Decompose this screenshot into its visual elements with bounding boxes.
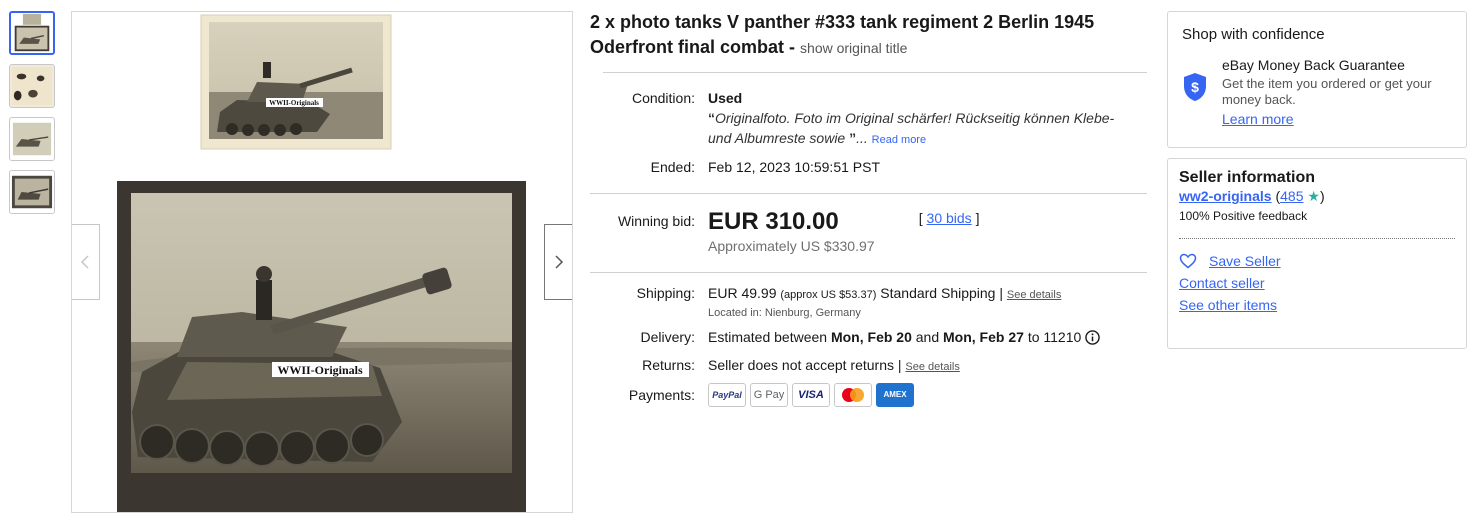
- returns-row: Returns: Seller does not accept returns …: [590, 355, 1150, 377]
- seller-info-panel: Seller information ww2-originals (485 ★)…: [1167, 158, 1467, 349]
- delivery-label: Delivery:: [640, 329, 695, 345]
- main-listing-photo: WWII-Originals WWII-Originals: [117, 14, 526, 512]
- seller-name-link[interactable]: ww2-originals: [1179, 188, 1272, 204]
- thumbnail-2-image: [10, 65, 54, 107]
- mastercard-icon: [834, 383, 872, 407]
- payments-label: Payments:: [628, 387, 695, 403]
- guarantee-title: eBay Money Back Guarantee: [1222, 57, 1405, 73]
- seller-score-link[interactable]: 485: [1280, 188, 1303, 204]
- chevron-right-icon: [555, 255, 564, 269]
- seller-score-close: ): [1319, 188, 1325, 204]
- delivery-value: Estimated between Mon, Feb 20 and Mon, F…: [708, 327, 1100, 347]
- shield-icon: $: [1182, 56, 1222, 129]
- returns-value: Seller does not accept returns |: [708, 357, 902, 373]
- paypal-icon: PayPal: [708, 383, 746, 407]
- shipping-price: EUR 49.99: [708, 285, 777, 301]
- thumbnail-4-image: [10, 171, 54, 213]
- thumbnail-1[interactable]: [9, 11, 55, 55]
- thumbnail-strip: [9, 11, 57, 223]
- show-original-title-link[interactable]: show original title: [800, 40, 907, 56]
- watermark-top: WWII-Originals: [269, 99, 319, 107]
- visa-icon: VISA: [792, 383, 830, 407]
- payments-row: Payments: PayPal G Pay VISA AMEX: [590, 383, 1150, 407]
- amex-icon: AMEX: [876, 383, 914, 407]
- save-seller-link[interactable]: Save Seller: [1209, 253, 1281, 269]
- ended-label: Ended:: [650, 159, 695, 175]
- save-seller-row[interactable]: Save Seller: [1179, 253, 1455, 269]
- thumbnail-1-image: [11, 13, 53, 53]
- main-image-viewer[interactable]: WWII-Originals WWII-Originals: [71, 11, 573, 513]
- star-icon: ★: [1307, 188, 1320, 204]
- google-pay-icon: G Pay: [750, 383, 788, 407]
- divider-1: [603, 72, 1147, 73]
- divider-3: [590, 272, 1147, 273]
- delivery-to: to 11210: [1027, 329, 1082, 345]
- thumbnail-4[interactable]: [9, 170, 55, 214]
- ended-row: Ended: Feb 12, 2023 10:59:51 PST: [590, 157, 1150, 177]
- watermark-bottom: WWII-Originals: [277, 363, 363, 377]
- seller-name-row: ww2-originals (485 ★): [1179, 188, 1455, 205]
- quote-open: “: [708, 110, 715, 126]
- thumbnail-3-image: [10, 118, 54, 160]
- shipping-details-link[interactable]: See details: [1007, 289, 1061, 301]
- winning-price: EUR 310.00: [708, 208, 839, 235]
- seller-heading: Seller information: [1179, 169, 1316, 186]
- located-in: Located in: Nienburg, Germany: [708, 307, 861, 319]
- shipping-method: Standard Shipping |: [880, 285, 1003, 301]
- condition-description: “Originalfoto. Foto im Original schärfer…: [708, 108, 1128, 150]
- returns-details-link[interactable]: See details: [905, 361, 959, 373]
- item-info: 2 x photo tanks V panther #333 tank regi…: [590, 10, 1150, 407]
- svg-text:$: $: [1191, 79, 1199, 95]
- delivery-end: Mon, Feb 27: [943, 329, 1024, 345]
- winning-bid-label: Winning bid:: [617, 213, 695, 229]
- contact-seller-link[interactable]: Contact seller: [1179, 275, 1265, 291]
- learn-more-link[interactable]: Learn more: [1222, 111, 1294, 127]
- divider-2: [590, 193, 1147, 194]
- ended-value: Feb 12, 2023 10:59:51 PST: [708, 159, 881, 175]
- read-more-link[interactable]: Read more: [872, 134, 926, 146]
- confidence-heading: Shop with confidence: [1182, 26, 1325, 43]
- condition-label: Condition:: [631, 90, 695, 106]
- condition-ellipsis: ...: [856, 130, 868, 146]
- delivery-and: and: [915, 329, 940, 345]
- positive-feedback: 100% Positive feedback: [1179, 209, 1308, 223]
- winning-bid-row: Winning bid: EUR 310.00 [ 30 bids ] Appr…: [590, 208, 1150, 256]
- shipping-approx: (approx US $53.37): [780, 289, 877, 301]
- guarantee-text: Get the item you ordered or get your mon…: [1222, 76, 1432, 107]
- seller-divider: [1179, 238, 1455, 239]
- delivery-row: Delivery: Estimated between Mon, Feb 20 …: [590, 327, 1150, 347]
- info-icon[interactable]: [1085, 330, 1100, 345]
- bids-count: [ 30 bids ]: [919, 208, 980, 228]
- thumbnail-3[interactable]: [9, 117, 55, 161]
- bids-open: [: [918, 210, 923, 226]
- condition-value: Used: [708, 90, 743, 106]
- mastercard-logo: [842, 388, 864, 402]
- delivery-prefix: Estimated between: [708, 329, 828, 345]
- payment-methods: PayPal G Pay VISA AMEX: [708, 383, 914, 407]
- bids-close: ]: [975, 210, 980, 226]
- next-image-button[interactable]: [544, 224, 572, 300]
- bids-link[interactable]: 30 bids: [927, 210, 972, 226]
- returns-label: Returns:: [642, 357, 695, 373]
- money-back-shield-icon: $: [1184, 73, 1206, 101]
- condition-row: Condition: Used “Originalfoto. Foto im O…: [590, 88, 1150, 150]
- delivery-start: Mon, Feb 20: [830, 329, 912, 345]
- see-other-items-link[interactable]: See other items: [1179, 297, 1277, 313]
- chevron-left-icon: [80, 255, 89, 269]
- shipping-label: Shipping:: [636, 285, 695, 301]
- listing-title: 2 x photo tanks V panther #333 tank regi…: [590, 10, 1150, 61]
- thumbnail-2[interactable]: [9, 64, 55, 108]
- shipping-row: Shipping: EUR 49.99 (approx US $53.37) S…: [590, 283, 1150, 321]
- shop-with-confidence-panel: Shop with confidence $ eBay Money Back G…: [1167, 11, 1467, 148]
- approx-price: Approximately US $330.97: [708, 238, 875, 254]
- previous-image-button[interactable]: [72, 224, 100, 300]
- heart-icon: [1179, 253, 1197, 269]
